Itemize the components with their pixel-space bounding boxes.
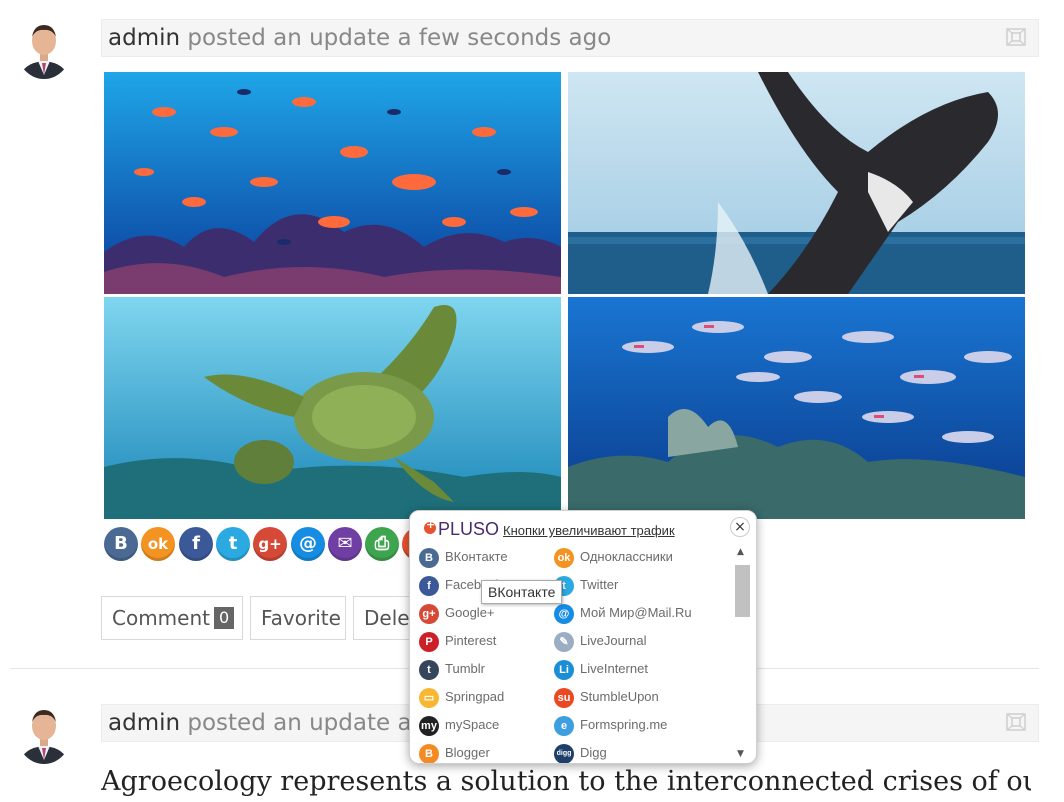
odnoklassniki-icon: ok <box>554 547 574 568</box>
pluso-logo-icon <box>424 518 436 534</box>
pluso-item[interactable]: t Twitter <box>554 574 618 596</box>
photo-reef-fish-image <box>104 72 561 294</box>
google-plus-icon: g+ <box>419 603 439 624</box>
photo-sea-turtle-image <box>104 297 561 519</box>
mail-at-icon[interactable]: @ <box>291 527 325 561</box>
photo-blue-fish-image <box>568 297 1025 519</box>
pluso-item[interactable]: B ВКонтакте <box>419 546 508 568</box>
pluso-item[interactable]: g+ Google+ <box>419 602 495 624</box>
comment-button[interactable]: Comment 0 <box>101 596 243 640</box>
moi-mir-icon: @ <box>554 603 574 624</box>
scrollbar[interactable]: ▲ ▼ <box>733 543 751 763</box>
pluso-item-label: Twitter <box>580 577 619 592</box>
pluso-item[interactable]: @ Мой Мир@Mail.Ru <box>554 602 692 624</box>
myspace-icon: my <box>419 715 439 736</box>
pluso-item-label: Pinterest <box>445 633 497 648</box>
author-name[interactable]: admin <box>108 710 180 736</box>
pluso-share-popup: PLUSO Кнопки увеличивают трафик × B ВКонта… <box>409 510 757 764</box>
comment-count-badge: 0 <box>214 607 235 629</box>
pluso-item-label: ВКонтакте <box>445 549 508 564</box>
stumbleupon-icon: su <box>554 687 574 708</box>
avatar-image <box>16 15 72 79</box>
google-plus-icon[interactable]: g+ <box>253 527 287 561</box>
pluso-item[interactable]: ▭ Springpad <box>419 686 504 708</box>
livejournal-icon: ✎ <box>554 631 574 652</box>
pluso-item[interactable]: digg Digg <box>554 742 607 763</box>
facebook-icon: f <box>419 575 439 596</box>
liveinternet-icon: Li <box>554 659 574 680</box>
expand-icon[interactable] <box>1006 28 1026 46</box>
author-avatar[interactable] <box>16 15 72 79</box>
vkontakte-icon: B <box>419 547 439 568</box>
pluso-item-label: Мой Мир@Mail.Ru <box>580 605 692 620</box>
photo-whale-image <box>568 72 1025 294</box>
pluso-item-label: Google+ <box>445 605 495 620</box>
photo-blue-fish[interactable] <box>568 297 1025 519</box>
pluso-item[interactable]: B Blogger <box>419 742 490 763</box>
photo-sea-turtle[interactable] <box>104 297 561 519</box>
pluso-item[interactable]: P Pinterest <box>419 630 496 652</box>
pluso-header: PLUSO Кнопки увеличивают трафик <box>424 518 675 541</box>
post-content-text: Agroecology represents a solution to the… <box>101 766 1031 797</box>
pluso-item[interactable]: my mySpace <box>419 714 499 736</box>
pluso-item-label: LiveInternet <box>580 661 648 676</box>
avatar-image <box>16 700 72 764</box>
odnoklassniki-icon[interactable]: ok <box>141 527 175 561</box>
digg-icon: digg <box>554 743 574 763</box>
pluso-item[interactable]: su StumbleUpon <box>554 686 659 708</box>
activity-meta: posted an update a few seconds ago <box>180 25 612 51</box>
facebook-icon[interactable]: f <box>179 527 213 561</box>
pluso-item-label: Springpad <box>445 689 505 704</box>
print-icon[interactable]: ⎙ <box>365 527 399 561</box>
pluso-logo[interactable]: PLUSO <box>438 519 499 539</box>
pluso-item[interactable]: t Tumblr <box>419 658 485 680</box>
pluso-item[interactable]: ok Одноклассники <box>554 546 673 568</box>
expand-icon[interactable] <box>1006 713 1026 731</box>
pluso-item-label: Одноклассники <box>580 549 673 564</box>
pluso-item-label: Blogger <box>445 745 490 760</box>
twitter-icon[interactable]: t <box>216 527 250 561</box>
vkontakte-icon[interactable]: B <box>104 527 138 561</box>
scroll-down-arrow-icon[interactable]: ▼ <box>737 749 744 759</box>
pluso-service-list: B ВКонтакте ok Одноклассники f Facebook t Twitt… <box>410 543 732 763</box>
photo-whale[interactable] <box>568 72 1025 294</box>
email-icon[interactable]: ✉ <box>328 527 362 561</box>
pluso-item-label: LiveJournal <box>580 633 647 648</box>
activity-header: admin posted an update a few seconds ago <box>101 19 1039 57</box>
formspring-icon: e <box>554 715 574 736</box>
pluso-item-label: Digg <box>580 745 607 760</box>
pluso-item[interactable]: e Formspring.me <box>554 714 667 736</box>
comment-label: Comment <box>112 606 210 630</box>
pluso-tagline-link[interactable]: Кнопки увеличивают трафик <box>503 523 675 538</box>
tumblr-icon: t <box>419 659 439 680</box>
favorite-button[interactable]: Favorite <box>250 596 346 640</box>
pluso-item-label: Tumblr <box>445 661 485 676</box>
tooltip: ВКонтакте <box>481 580 563 604</box>
pinterest-icon: P <box>419 631 439 652</box>
photo-reef-fish[interactable] <box>104 72 561 294</box>
pluso-item-label: mySpace <box>445 717 500 732</box>
blogger-icon: B <box>419 743 439 763</box>
pluso-item-label: StumbleUpon <box>580 689 659 704</box>
author-avatar[interactable] <box>16 700 72 764</box>
close-icon[interactable]: × <box>730 517 750 537</box>
pluso-item[interactable]: ✎ LiveJournal <box>554 630 647 652</box>
author-name[interactable]: admin <box>108 25 180 51</box>
pluso-item-label: Formspring.me <box>580 717 668 732</box>
favorite-label: Favorite <box>261 606 341 630</box>
scroll-up-arrow-icon[interactable]: ▲ <box>737 547 744 557</box>
scrollbar-thumb[interactable] <box>735 565 750 617</box>
springpad-icon: ▭ <box>419 687 439 708</box>
pluso-item[interactable]: Li LiveInternet <box>554 658 648 680</box>
